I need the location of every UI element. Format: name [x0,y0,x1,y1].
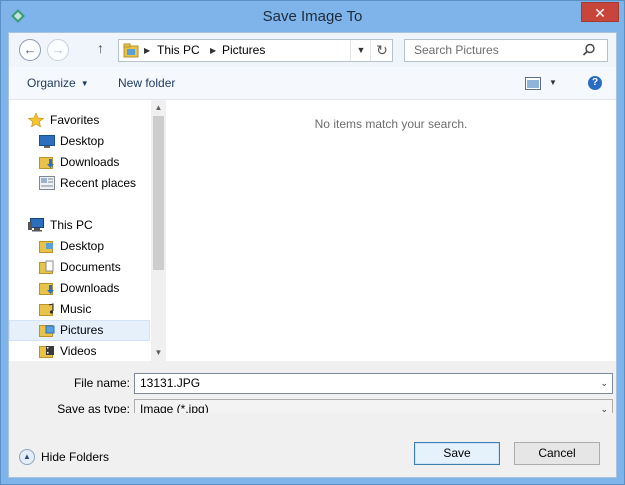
search-input[interactable]: Search Pictures [414,40,499,61]
nav-item-label: Videos [60,344,97,358]
nav-item-recent-places[interactable]: Recent places [9,173,150,194]
breadcrumb-separator: ▶ [144,46,151,55]
scroll-down-button[interactable]: ▼ [151,345,166,360]
breadcrumb-pictures[interactable]: Pictures [222,40,265,61]
nav-item-favorites[interactable]: Favorites [9,110,150,131]
save-button[interactable]: Save [414,442,500,465]
nav-item-label: Downloads [60,281,120,295]
scrollbar-thumb[interactable] [153,116,164,270]
hide-folders-label: Hide Folders [41,450,110,464]
save-form: File name: 13131.JPG ⌄ Save as type: Ima… [9,361,616,420]
forward-button[interactable]: → [47,39,69,61]
music-folder-icon [39,303,54,316]
title-bar[interactable]: Save Image To ✕ [1,1,624,32]
search-icon[interactable] [582,43,596,57]
search-box[interactable]: Search Pictures [404,39,608,62]
nav-item-label: Pictures [60,323,104,337]
refresh-button[interactable]: ↻ [370,40,393,61]
back-button[interactable]: ← [19,39,41,61]
address-bar[interactable]: ▶ This PC ▶ Pictures ▼ ↻ [118,39,393,62]
nav-item-pictures[interactable]: Pictures [9,320,150,341]
scroll-up-button[interactable]: ▲ [151,100,166,115]
up-button[interactable]: ↑ [97,40,104,56]
nav-item-videos[interactable]: Videos [9,341,150,361]
filename-field[interactable]: 13131.JPG ⌄ [134,373,613,394]
file-list-pane[interactable]: No items match your search. [166,100,616,361]
downloads-folder-icon [39,157,54,169]
view-options-chevron-down-icon[interactable]: ▼ [549,67,557,99]
help-icon[interactable]: ? [588,76,602,90]
close-button[interactable]: ✕ [581,2,619,22]
documents-folder-icon [39,260,54,274]
nav-item-label: This PC [50,218,93,232]
nav-item-label: Favorites [50,113,100,127]
nav-item-downloads-pc[interactable]: Downloads [9,278,150,299]
nav-item-desktop[interactable]: Desktop [9,131,150,152]
nav-item-label: Documents [60,260,121,274]
nav-item-this-pc[interactable]: This PC [9,215,150,236]
organize-label: Organize [27,76,76,90]
recent-places-icon [39,176,55,190]
cancel-button[interactable]: Cancel [514,442,600,465]
breadcrumb-separator: ▶ [210,46,217,55]
dialog-body: ← → ↑ ▶ This PC ▶ Pictures ▼ ↻ Search Pi… [8,32,617,478]
filename-label: File name: [73,376,130,390]
navigation-scrollbar[interactable]: ▲ ▼ [151,100,166,361]
empty-results-message: No items match your search. [314,117,468,131]
downloads-folder-icon [39,283,54,295]
save-dialog-window: Save Image To ✕ ← → ↑ ▶ This PC ▶ Pictur… [0,0,625,485]
nav-item-label: Music [60,302,92,316]
change-view-icon[interactable] [525,77,541,90]
nav-item-label: Downloads [60,155,120,169]
navigation-pane: Favorites Desktop Downloads Recent place… [9,100,166,361]
nav-item-documents[interactable]: Documents [9,257,150,278]
filename-dropdown-chevron-down-icon[interactable]: ⌄ [600,374,608,393]
folder-icon [39,241,53,253]
new-folder-button[interactable]: New folder [118,67,175,99]
collapse-up-icon: ▲ [19,449,35,465]
navigation-bar: ← → ↑ ▶ This PC ▶ Pictures ▼ ↻ Search Pi… [9,33,616,67]
command-toolbar: Organize ▼ New folder ▼ ? [9,67,616,100]
chevron-down-icon: ▼ [80,79,89,88]
computer-icon [28,218,44,232]
filename-value: 13131.JPG [140,376,201,390]
nav-item-label: Recent places [60,176,137,190]
folder-icon [123,43,139,58]
window-title: Save Image To [262,8,363,25]
nav-item-downloads[interactable]: Downloads [9,152,150,173]
nav-item-label: Desktop [60,239,105,253]
nav-item-desktop-pc[interactable]: Desktop [9,236,150,257]
nav-item-label: Desktop [60,134,105,148]
desktop-icon [39,135,55,148]
breadcrumb-this-pc[interactable]: This PC [157,40,200,61]
star-icon [28,113,44,127]
nav-item-music[interactable]: Music [9,299,150,320]
videos-folder-icon [39,346,54,358]
organize-button[interactable]: Organize ▼ [27,67,89,99]
address-dropdown-button[interactable]: ▼ [350,40,371,61]
pictures-folder-icon [39,325,55,337]
dialog-footer: ▲ Hide Folders Save Cancel [9,413,616,477]
